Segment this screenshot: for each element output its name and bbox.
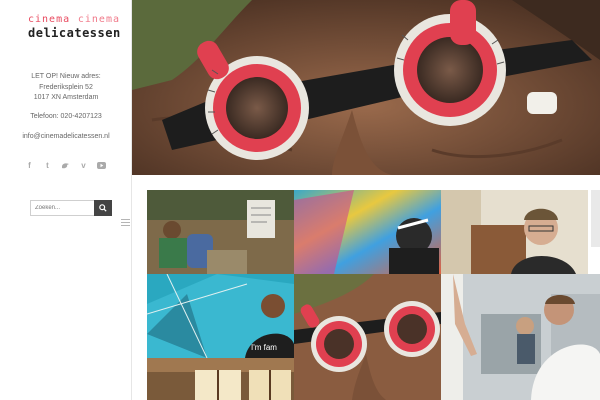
tile-lab-coat-man[interactable] bbox=[441, 274, 600, 400]
social-links: f t v bbox=[25, 160, 106, 171]
logo-word-cinema-alt: cinema bbox=[77, 14, 120, 25]
phone-number: Telefoon: 020-4207123 bbox=[30, 113, 102, 120]
hero-image bbox=[132, 0, 600, 175]
tile-smiling-man[interactable] bbox=[441, 190, 588, 274]
search-button[interactable] bbox=[94, 200, 112, 216]
tile-tent-scene[interactable]: I'm fam bbox=[147, 274, 294, 358]
logo-word-cinema: cinema bbox=[28, 14, 71, 25]
search-input[interactable] bbox=[30, 200, 94, 216]
sidebar: cinema cinema delicatessen LET OP! Nieuw… bbox=[0, 0, 132, 400]
site-logo[interactable]: cinema cinema delicatessen bbox=[28, 14, 120, 40]
tile-window-scene[interactable] bbox=[147, 358, 294, 400]
film-grid: I'm fam bbox=[147, 190, 600, 400]
twitter-icon[interactable]: t bbox=[43, 160, 52, 171]
tile-market-scene[interactable] bbox=[147, 190, 294, 274]
bird-icon[interactable] bbox=[61, 160, 70, 171]
scroll-indicator[interactable] bbox=[591, 190, 600, 247]
tile-colorful-blur[interactable] bbox=[294, 190, 441, 274]
vimeo-icon[interactable]: v bbox=[79, 160, 88, 171]
address-street: Frederiksplein 52 bbox=[39, 83, 93, 91]
address-notice: LET OP! Nieuw adres: bbox=[31, 73, 101, 80]
logo-word-delicatessen: delicatessen bbox=[28, 26, 121, 40]
youtube-icon[interactable] bbox=[97, 160, 106, 171]
logo-top-row: cinema cinema bbox=[28, 14, 120, 25]
search-icon bbox=[99, 204, 107, 212]
address-city: 1017 XN Amsterdam bbox=[33, 94, 99, 101]
address-block: LET OP! Nieuw adres: Frederiksplein 52 1… bbox=[0, 72, 132, 104]
facebook-icon[interactable]: f bbox=[25, 160, 34, 171]
tshirt-text: I'm fam bbox=[251, 343, 277, 352]
search-form bbox=[30, 200, 112, 216]
email-link[interactable]: info@cinemadelicatessen.nl bbox=[0, 132, 132, 143]
tile-eyeglass-trial-frame[interactable] bbox=[294, 274, 441, 400]
menu-toggle-icon[interactable] bbox=[121, 217, 130, 228]
